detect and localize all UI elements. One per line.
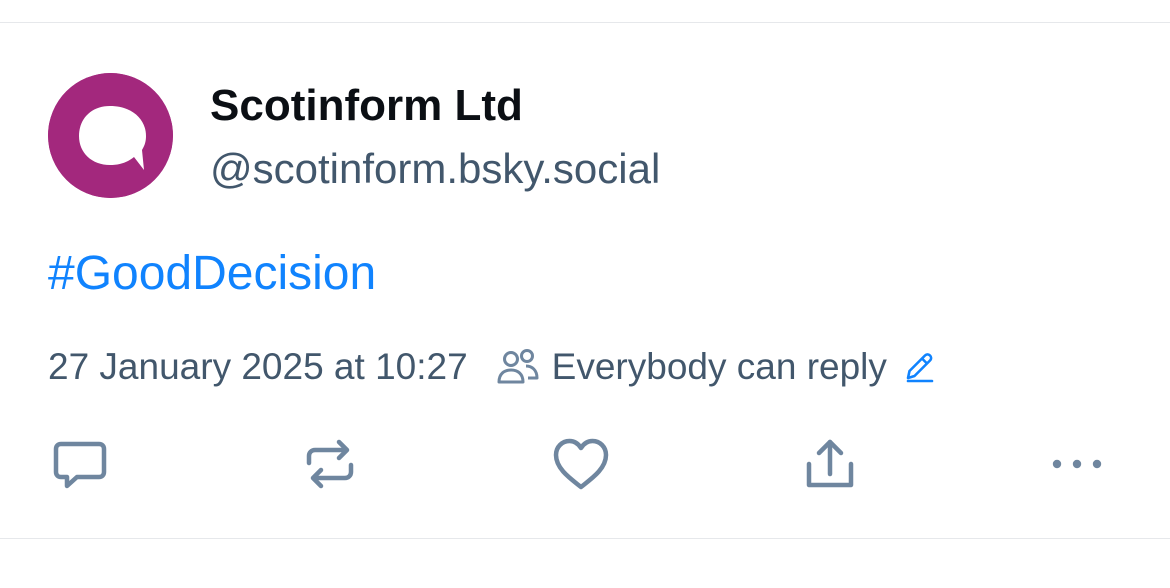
- speech-bubble-icon: [53, 441, 107, 489]
- top-divider: [0, 22, 1170, 23]
- post-meta: 27 January 2025 at 10:27 Everybody can r…: [48, 340, 937, 394]
- repost-icon: [306, 439, 354, 489]
- more-icon: [1052, 459, 1102, 469]
- like-button[interactable]: [549, 432, 613, 496]
- repost-button[interactable]: [298, 432, 362, 496]
- reply-setting-label: Everybody can reply: [551, 346, 887, 387]
- heart-icon: [553, 438, 609, 490]
- reply-button[interactable]: [48, 432, 112, 496]
- share-button[interactable]: [798, 432, 862, 496]
- pencil-icon[interactable]: [901, 349, 937, 385]
- share-icon: [806, 439, 854, 488]
- post-container: Scotinform Ltd @scotinform.bsky.social #…: [0, 0, 1170, 588]
- speech-bubble-logo-icon: [48, 73, 173, 198]
- post-timestamp: 27 January 2025 at 10:27: [48, 346, 468, 387]
- author-display-name[interactable]: Scotinform Ltd: [210, 79, 523, 133]
- bottom-divider: [0, 538, 1170, 539]
- hashtag-link[interactable]: #GoodDecision: [48, 244, 376, 304]
- avatar[interactable]: [48, 73, 173, 198]
- author-handle[interactable]: @scotinform.bsky.social: [210, 142, 660, 196]
- more-options-button[interactable]: [1045, 432, 1109, 496]
- people-icon: [497, 349, 539, 384]
